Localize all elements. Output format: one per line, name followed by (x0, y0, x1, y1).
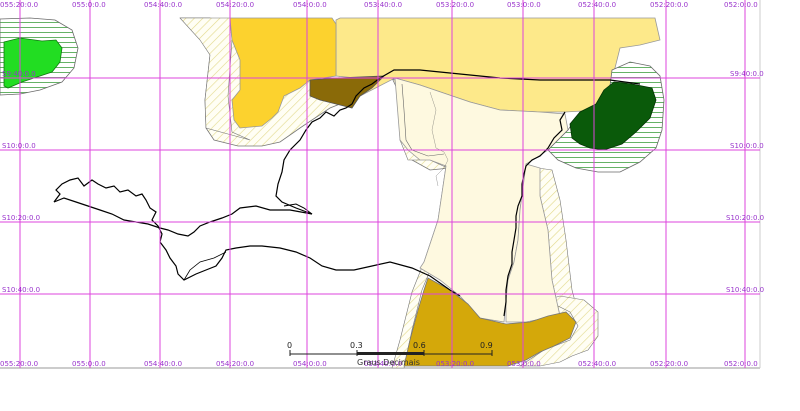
lat-label-right: S10:20:0.0 (726, 214, 764, 222)
scale-tick-label: 0.3 (350, 341, 363, 350)
lon-label-bottom: 053:0:0.0 (507, 360, 541, 368)
lon-label-top: 053:20:0.0 (436, 1, 474, 9)
scale-unit-label: Graus Decimais (357, 358, 420, 367)
lat-label-left: S9:40:0.0 (2, 70, 36, 78)
lat-label-left: S10:40:0.0 (2, 286, 40, 294)
lon-label-bottom: 054:20:0.0 (216, 360, 254, 368)
lon-label-bottom: 052:0:0.0 (724, 360, 758, 368)
lon-label-top: 052:0:0.0 (724, 1, 758, 9)
lon-label-bottom: 055:0:0.0 (72, 360, 106, 368)
lon-label-top: 053:0:0.0 (507, 1, 541, 9)
lon-label-bottom: 052:40:0.0 (578, 360, 616, 368)
lon-label-bottom: 052:20:0.0 (650, 360, 688, 368)
lon-label-top: 052:40:0.0 (578, 1, 616, 9)
scale-tick-label: 0.9 (480, 341, 493, 350)
lat-label-left: S10:0:0.0 (2, 142, 36, 150)
lon-label-top: 054:40:0.0 (144, 1, 182, 9)
lon-label-bottom: 054:0:0.0 (293, 360, 327, 368)
lon-label-top: 052:20:0.0 (650, 1, 688, 9)
lon-label-top: 055:0:0.0 (72, 1, 106, 9)
lon-label-top: 054:0:0.0 (293, 1, 327, 9)
lat-label-right: S10:40:0.0 (726, 286, 764, 294)
lon-label-top: 055:20:0.0 (0, 1, 38, 9)
scale-tick-label: 0 (287, 341, 292, 350)
lon-label-bottom: 054:40:0.0 (144, 360, 182, 368)
scale-tick-label: 0.6 (413, 341, 426, 350)
lat-label-right: S10:0:0.0 (730, 142, 764, 150)
lon-label-bottom: 053:20:0.0 (436, 360, 474, 368)
top-coordinate-labels: 055:20:0.0 055:0:0.0 054:40:0.0 054:20:0… (0, 1, 758, 9)
lon-label-bottom: 055:20:0.0 (0, 360, 38, 368)
lon-label-top: 053:40:0.0 (364, 1, 402, 9)
lat-label-right: S9:40:0.0 (730, 70, 764, 78)
lon-label-top: 054:20:0.0 (216, 1, 254, 9)
lat-label-left: S10:20:0.0 (2, 214, 40, 222)
left-coordinate-labels: S9:40:0.0 S10:0:0.0 S10:20:0.0 S10:40:0.… (2, 70, 40, 294)
map-canvas[interactable]: 055:20:0.0 055:0:0.0 054:40:0.0 054:20:0… (0, 0, 800, 411)
left-green-area[interactable] (0, 17, 79, 96)
